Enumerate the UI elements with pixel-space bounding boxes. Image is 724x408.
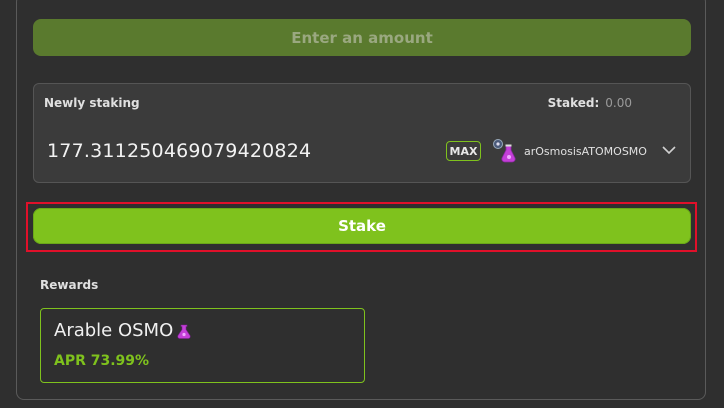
rewards-label: Rewards: [40, 278, 99, 292]
stake-button[interactable]: Stake: [33, 208, 691, 244]
chevron-down-icon[interactable]: [662, 145, 676, 155]
reward-name: Arable OSMO: [54, 320, 174, 341]
newly-staking-label: Newly staking: [44, 96, 140, 110]
token-flask-icon: [493, 139, 516, 163]
token-name: arOsmosisATOMOSMO: [524, 145, 647, 158]
staked-label: Staked:: [547, 96, 600, 110]
amount-input[interactable]: 177.311250469079420824: [47, 140, 311, 162]
staked-info: Staked: 0.00: [548, 96, 632, 110]
reward-apr: APR 73.99%: [54, 353, 150, 369]
enter-amount-button[interactable]: Enter an amount: [33, 19, 691, 56]
staked-value: 0.00: [605, 96, 632, 110]
max-button[interactable]: MAX: [446, 141, 481, 161]
staking-input-box: Newly staking Staked: 0.00 177.311250469…: [33, 83, 691, 183]
flask-icon: [177, 324, 191, 339]
reward-card: Arable OSMO APR 73.99%: [40, 308, 365, 383]
reward-name-row: Arable OSMO: [54, 320, 192, 341]
